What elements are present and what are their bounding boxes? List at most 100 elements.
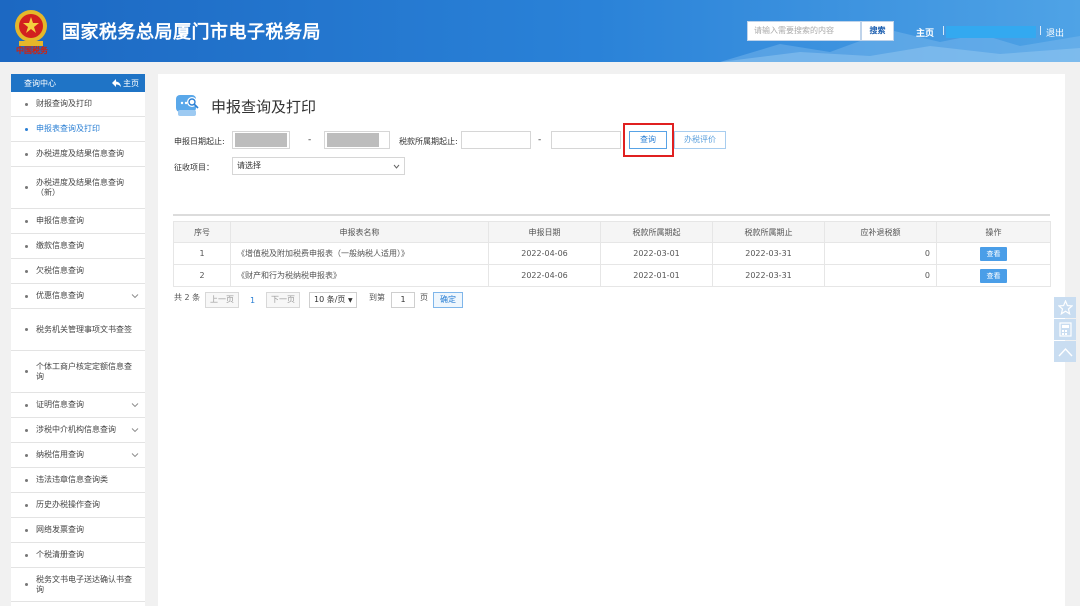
sidebar-home-label: 主页 bbox=[123, 79, 139, 88]
column-header: 申报表名称 bbox=[230, 221, 489, 243]
sidebar-item[interactable]: 办税进度及结果信息查询（新） bbox=[11, 167, 145, 209]
sidebar-item-label: 税务机关管理事项文书查签 bbox=[36, 324, 132, 334]
pager-confirm-button[interactable]: 确定 bbox=[433, 292, 463, 308]
sidebar-item[interactable]: 税务文书电子送达确认书查询 bbox=[11, 568, 145, 602]
pager-next-button[interactable]: 下一页 bbox=[266, 292, 300, 308]
table-body: 1 《增值税及附加税费申报表（一般纳税人适用）》 2022-04-06 2022-03… bbox=[173, 242, 1051, 287]
favorite-button[interactable] bbox=[1054, 297, 1076, 318]
column-header: 应补退税额 bbox=[824, 221, 937, 243]
tax-period-end-input[interactable] bbox=[551, 131, 621, 149]
search-button[interactable]: 搜索 bbox=[861, 21, 894, 41]
action-cell: 查看 bbox=[936, 242, 1051, 265]
column-header: 税款所属期起 bbox=[600, 221, 713, 243]
sidebar-item[interactable]: 税务机关管理事项文书查签 bbox=[11, 309, 145, 351]
column-header: 税款所属期止 bbox=[712, 221, 825, 243]
logout-link[interactable]: 退出 bbox=[1046, 26, 1064, 39]
form-name: 《增值税及附加税费申报表（一般纳税人适用）》 bbox=[230, 242, 489, 265]
sidebar-item-label: 申报表查询及打印 bbox=[36, 124, 100, 133]
bullet-dot bbox=[25, 370, 28, 373]
bullet-dot bbox=[25, 503, 28, 507]
home-link[interactable]: 主页 bbox=[916, 26, 934, 39]
bullet-dot bbox=[25, 269, 28, 273]
sidebar-item[interactable]: 缴款信息查询 bbox=[11, 234, 145, 259]
sidebar-item-label: 证明信息查询 bbox=[36, 400, 84, 409]
pager-size-value: 10 条/页 bbox=[314, 295, 346, 304]
chevron-down-icon bbox=[131, 453, 139, 458]
pager-total: 共 2 条 bbox=[174, 293, 201, 302]
pager-prev-button[interactable]: 上一页 bbox=[205, 292, 239, 308]
sidebar-item[interactable]: 财报查询及打印 bbox=[11, 92, 145, 117]
date-dash: - bbox=[308, 135, 312, 145]
sidebar-item[interactable]: 纳税信用查询 bbox=[11, 443, 145, 468]
pager-current-page[interactable]: 1 bbox=[250, 296, 255, 305]
sidebar-item-label: 历史办税操作查询 bbox=[36, 500, 100, 509]
bullet-dot bbox=[25, 127, 28, 131]
bullet-dot bbox=[25, 244, 28, 248]
search-input[interactable]: 请输入需要搜索的内容 bbox=[747, 21, 861, 41]
declare-date: 2022-04-06 bbox=[488, 264, 601, 287]
sidebar-item[interactable]: 网络发票查询 bbox=[11, 518, 145, 543]
sidebar-item-label: 欠税信息查询 bbox=[36, 266, 84, 275]
table-row: 2 《财产和行为税纳税申报表》 2022-04-06 2022-01-01 2022-0… bbox=[173, 264, 1051, 287]
sidebar-item[interactable]: 违法违章信息查询类 bbox=[11, 468, 145, 493]
view-button[interactable]: 查看 bbox=[980, 268, 1007, 283]
period-dash: - bbox=[538, 135, 542, 145]
pager-goto-input[interactable]: 1 bbox=[391, 292, 415, 308]
sidebar-item-label: 纳税信用查询 bbox=[36, 450, 84, 459]
sidebar-item[interactable]: 办税进度及结果信息查询 bbox=[11, 142, 145, 167]
sidebar-item[interactable]: 个税清册查询 bbox=[11, 543, 145, 568]
declare-date-label: 申报日期起止: bbox=[174, 137, 225, 146]
column-header: 序号 bbox=[173, 221, 231, 243]
sidebar-item[interactable]: 历史办税操作查询 bbox=[11, 493, 145, 518]
sidebar: 查询中心 主页 财报查询及打印申报表查询及打印办税进度及结果信息查询办税进度及结… bbox=[11, 74, 145, 606]
header-separator: | bbox=[942, 26, 946, 36]
chevron-up-icon bbox=[1057, 347, 1073, 356]
query-button[interactable]: 查询 bbox=[629, 131, 667, 149]
period-start: 2022-03-01 bbox=[600, 242, 713, 265]
caret-down-icon: ▼ bbox=[347, 297, 353, 304]
evaluate-button[interactable]: 办税评价 bbox=[674, 131, 726, 149]
sidebar-item[interactable]: 证明信息查询 bbox=[11, 393, 145, 418]
pager-page-unit: 页 bbox=[420, 293, 428, 302]
row-number: 1 bbox=[173, 242, 231, 265]
sidebar-item[interactable]: 申报信息查询 bbox=[11, 209, 145, 234]
sidebar-item[interactable]: 电子发票服务平台备案信息查询 bbox=[11, 602, 145, 606]
pager-goto-label: 到第 bbox=[369, 293, 385, 302]
sidebar-item[interactable]: 欠税信息查询 bbox=[11, 259, 145, 284]
pager-size-select[interactable]: 10 条/页 ▼ bbox=[309, 292, 357, 308]
levy-item-select[interactable]: 请选择 bbox=[232, 157, 405, 175]
column-header: 操作 bbox=[936, 221, 1051, 243]
sidebar-header: 查询中心 主页 bbox=[11, 74, 145, 92]
levy-item-label: 征收项目： bbox=[174, 163, 214, 172]
calculator-icon bbox=[1058, 322, 1072, 337]
row-number: 2 bbox=[173, 264, 231, 287]
declare-date-start-input[interactable] bbox=[232, 131, 290, 149]
back-to-top-button[interactable] bbox=[1054, 341, 1076, 362]
sidebar-item-label: 涉税中介机构信息查询 bbox=[36, 425, 116, 434]
sidebar-item[interactable]: 个体工商户核定定额信息查询 bbox=[11, 351, 145, 393]
sidebar-item-label: 优惠信息查询 bbox=[36, 291, 84, 300]
star-icon bbox=[1057, 300, 1073, 315]
calculator-button[interactable] bbox=[1054, 319, 1076, 340]
sidebar-item[interactable]: 涉税中介机构信息查询 bbox=[11, 418, 145, 443]
chevron-down-icon bbox=[131, 403, 139, 408]
tax-period-start-input[interactable] bbox=[461, 131, 531, 149]
sidebar-home-link[interactable]: 主页 bbox=[112, 78, 139, 89]
sidebar-item[interactable]: 优惠信息查询 bbox=[11, 284, 145, 309]
site-title: 国家税务总局厦门市电子税务局 bbox=[62, 22, 321, 43]
bullet-dot bbox=[25, 186, 28, 189]
bullet-dot bbox=[25, 328, 28, 331]
emblem-caption: 中国税务 bbox=[16, 45, 48, 55]
view-button[interactable]: 查看 bbox=[980, 246, 1007, 261]
bullet-dot bbox=[25, 102, 28, 106]
sidebar-item-label: 个税清册查询 bbox=[36, 550, 84, 559]
page-title: 申报查询及打印 bbox=[211, 98, 317, 116]
period-start: 2022-01-01 bbox=[600, 264, 713, 287]
bullet-dot bbox=[25, 553, 28, 557]
declare-date-end-input[interactable] bbox=[324, 131, 390, 149]
sidebar-item-label: 办税进度及结果信息查询 bbox=[36, 149, 124, 158]
sidebar-item[interactable]: 申报表查询及打印 bbox=[11, 117, 145, 142]
sidebar-title: 查询中心 bbox=[24, 79, 56, 88]
sidebar-item-label: 税务文书电子送达确认书查询 bbox=[36, 574, 132, 594]
main-panel: 申报查询及打印 申报日期起止: - 税款所属期起止: - 查询 办税评价 征收项… bbox=[158, 74, 1065, 606]
